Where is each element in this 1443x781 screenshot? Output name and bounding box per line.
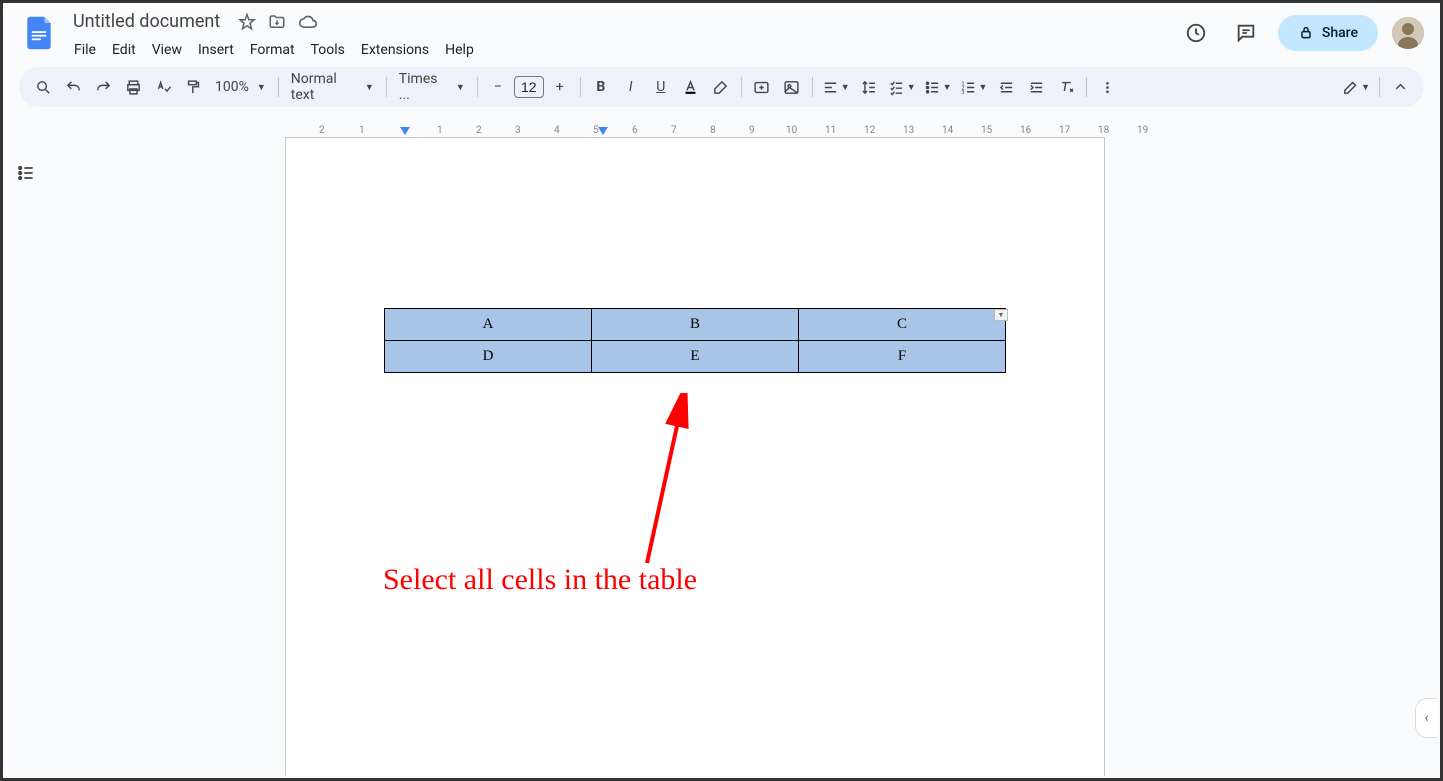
font-size-input[interactable] — [514, 76, 544, 98]
side-panel-toggle[interactable]: ‹ — [1415, 698, 1437, 738]
separator — [580, 77, 581, 97]
paint-format-icon[interactable] — [179, 73, 207, 101]
table-cell[interactable]: A — [385, 309, 592, 341]
user-avatar[interactable] — [1392, 17, 1424, 49]
menu-file[interactable]: File — [67, 38, 103, 62]
app-header: Untitled document File Edit View Insert … — [3, 3, 1440, 67]
outline-icon[interactable] — [12, 159, 40, 187]
header-right: Share — [1178, 15, 1424, 51]
table-cell[interactable]: F — [799, 341, 1006, 373]
left-sidebar — [3, 137, 49, 776]
insert-image-icon[interactable] — [778, 73, 806, 101]
annotation-text: Select all cells in the table — [383, 563, 697, 597]
decrease-indent-icon[interactable] — [992, 73, 1020, 101]
annotation-arrow — [639, 393, 699, 568]
menu-bar: File Edit View Insert Format Tools Exten… — [67, 38, 1178, 62]
separator — [477, 77, 478, 97]
table-cell[interactable]: D — [385, 341, 592, 373]
table-row[interactable]: A B C — [385, 309, 1006, 341]
line-spacing-icon[interactable] — [855, 73, 883, 101]
underline-icon[interactable]: U — [647, 73, 675, 101]
collapse-icon[interactable] — [1386, 73, 1414, 101]
text-color-icon[interactable] — [677, 73, 705, 101]
decrease-font-icon[interactable]: − — [484, 73, 512, 101]
menu-extensions[interactable]: Extensions — [354, 38, 436, 62]
increase-font-icon[interactable]: + — [546, 73, 574, 101]
history-icon[interactable] — [1178, 15, 1214, 51]
search-icon[interactable] — [29, 73, 57, 101]
table-cell[interactable]: C — [799, 309, 1006, 341]
document-area: A B C D E F ▼ — [3, 137, 1440, 776]
bold-icon[interactable]: B — [587, 73, 615, 101]
italic-icon[interactable]: I — [617, 73, 645, 101]
separator — [1379, 77, 1380, 97]
share-button[interactable]: Share — [1278, 15, 1378, 51]
separator — [741, 77, 742, 97]
zoom-dropdown[interactable]: 100%▼ — [209, 73, 272, 101]
menu-tools[interactable]: Tools — [304, 38, 352, 62]
document-title[interactable]: Untitled document — [67, 9, 226, 34]
toolbar: 100%▼ Normal text▼ Times ...▼ − + B I U … — [19, 67, 1424, 107]
table-options-handle[interactable]: ▼ — [994, 309, 1008, 321]
table-row[interactable]: D E F — [385, 341, 1006, 373]
separator — [1086, 77, 1087, 97]
insert-link-icon[interactable] — [748, 73, 776, 101]
menu-format[interactable]: Format — [243, 38, 302, 62]
move-icon[interactable] — [268, 13, 286, 33]
edit-mode-icon[interactable]: ▼ — [1339, 73, 1373, 101]
highlight-icon[interactable] — [707, 73, 735, 101]
svg-text:3: 3 — [961, 89, 964, 95]
spellcheck-icon[interactable] — [149, 73, 177, 101]
table-cell[interactable]: B — [592, 309, 799, 341]
horizontal-ruler[interactable]: 2 1 1 2 3 4 5 6 7 8 9 10 11 12 13 14 15 … — [3, 119, 1440, 137]
menu-view[interactable]: View — [145, 38, 189, 62]
checklist-icon[interactable]: ▼ — [885, 73, 919, 101]
comments-icon[interactable] — [1228, 15, 1264, 51]
separator — [812, 77, 813, 97]
document-table[interactable]: A B C D E F — [384, 308, 1006, 373]
print-icon[interactable] — [119, 73, 147, 101]
table-cell[interactable]: E — [592, 341, 799, 373]
menu-edit[interactable]: Edit — [105, 38, 143, 62]
numbered-list-icon[interactable]: 123▼ — [957, 73, 991, 101]
redo-icon[interactable] — [89, 73, 117, 101]
separator — [386, 77, 387, 97]
more-icon[interactable] — [1093, 73, 1121, 101]
bulleted-list-icon[interactable]: ▼ — [921, 73, 955, 101]
undo-icon[interactable] — [59, 73, 87, 101]
docs-logo-icon[interactable] — [19, 13, 59, 53]
align-icon[interactable]: ▼ — [819, 73, 853, 101]
clear-format-icon[interactable] — [1052, 73, 1080, 101]
share-label: Share — [1322, 25, 1358, 41]
menu-help[interactable]: Help — [438, 38, 481, 62]
style-dropdown[interactable]: Normal text▼ — [285, 73, 380, 101]
increase-indent-icon[interactable] — [1022, 73, 1050, 101]
menu-insert[interactable]: Insert — [191, 38, 241, 62]
title-area: Untitled document File Edit View Insert … — [67, 9, 1178, 62]
font-dropdown[interactable]: Times ...▼ — [393, 73, 471, 101]
cloud-status-icon[interactable] — [298, 13, 318, 33]
star-icon[interactable] — [238, 13, 256, 33]
separator — [278, 77, 279, 97]
